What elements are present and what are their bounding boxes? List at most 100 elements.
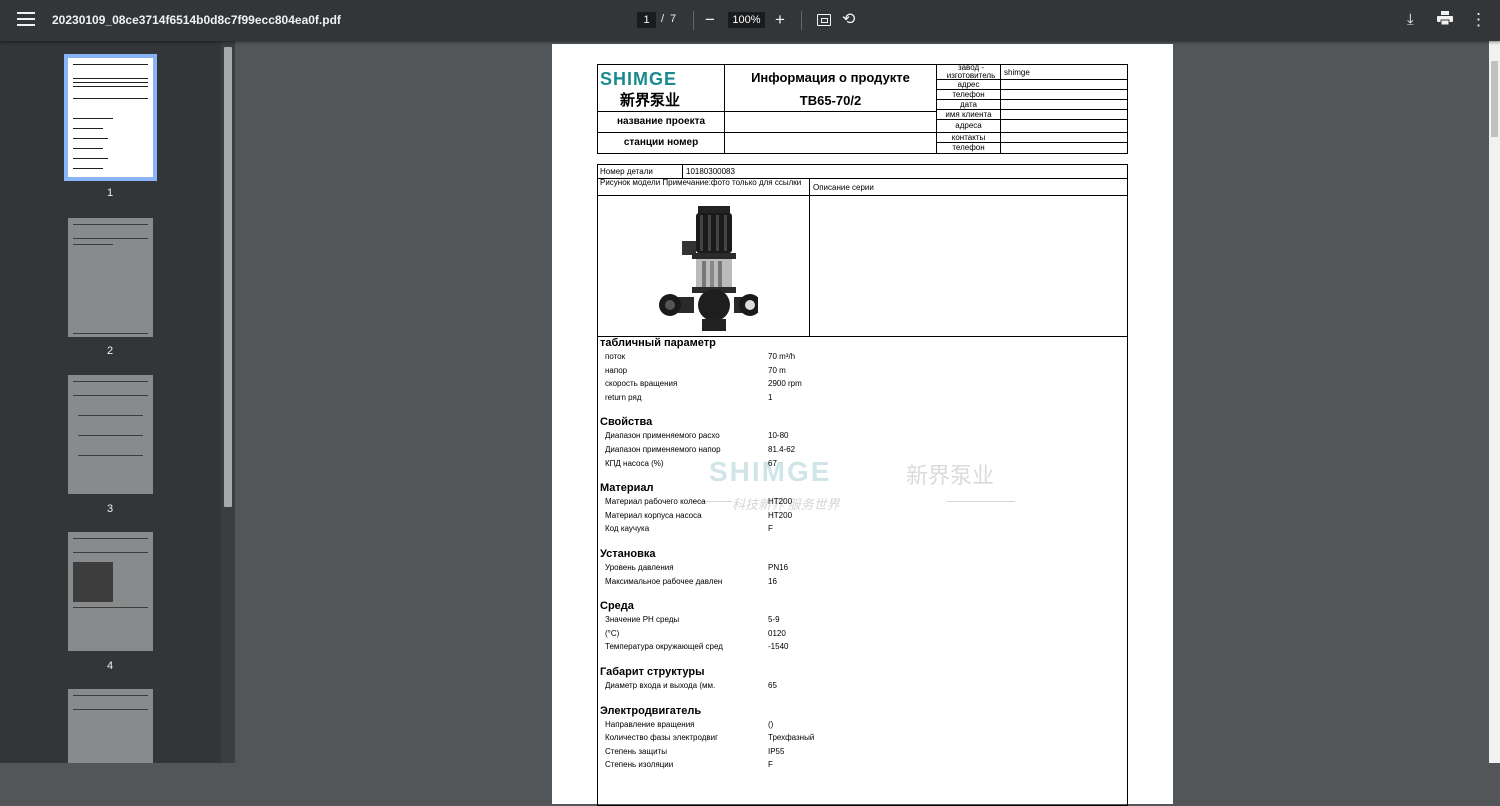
parameter-value: 2900 rpm bbox=[768, 379, 802, 389]
parameter-value: 1 bbox=[768, 392, 773, 402]
section-title: Среда bbox=[600, 600, 634, 613]
parameter-name: Направление вращения bbox=[605, 719, 695, 729]
parameter-value: 0120 bbox=[768, 628, 786, 638]
section-title: табличный параметр bbox=[600, 337, 716, 349]
picture-label: Рисунок модели Примечание:фото только дл… bbox=[600, 178, 802, 187]
station-value-cell bbox=[724, 132, 937, 154]
header-field-value-text: shimge bbox=[1004, 68, 1030, 77]
sidebar-scrollbar[interactable] bbox=[221, 41, 235, 763]
watermark-line bbox=[947, 501, 1015, 502]
download-icon[interactable]: ⤓ bbox=[1407, 11, 1414, 28]
print-icon[interactable] bbox=[1437, 11, 1453, 29]
pdf-toolbar: 20230109_08ce3714f6514b0d8c7f99ecc804ea0… bbox=[0, 0, 1500, 41]
part-number: 10180300083 bbox=[686, 167, 735, 176]
section-title: Установка bbox=[600, 548, 656, 560]
menu-icon[interactable] bbox=[17, 12, 35, 28]
page-separator: / bbox=[661, 13, 665, 25]
more-options-icon[interactable]: ⋮ bbox=[1470, 11, 1487, 28]
parameter-name: поток bbox=[605, 352, 626, 361]
logo-cn: 新界泵业 bbox=[620, 92, 681, 109]
header-field-label-text: контакты bbox=[951, 133, 986, 142]
picture-label-cell: Рисунок модели Примечание:фото только дл… bbox=[597, 178, 810, 196]
file-name: 20230109_08ce3714f6514b0d8c7f99ecc804ea0… bbox=[52, 13, 341, 27]
header-field-label-text: адрес bbox=[957, 80, 980, 89]
parameter-name: Значение PH среды bbox=[605, 615, 680, 625]
series-label-cell: Описание серии bbox=[809, 178, 1128, 196]
header-field-label-text: завод - изготовитель bbox=[946, 64, 996, 80]
logo-cell: SHIMGE 新界泵业 bbox=[597, 64, 725, 112]
parameter-name: напор bbox=[605, 365, 628, 375]
header-field-label: завод - изготовитель bbox=[936, 64, 1001, 80]
header-field-label: адреса bbox=[936, 119, 1001, 133]
parameter-name: (°C) bbox=[605, 628, 620, 638]
parameter-value: HT200 bbox=[768, 497, 793, 507]
parameter-value: 81.4-62 bbox=[768, 445, 796, 454]
parameter-value: PN16 bbox=[768, 563, 789, 572]
parameter-value: 70 m bbox=[768, 365, 786, 375]
header-field-value: shimge bbox=[1000, 64, 1128, 80]
parameter-name: Степень защиты bbox=[605, 746, 667, 756]
thumbnail-label: 3 bbox=[106, 503, 114, 515]
part-value-cell: 10180300083 bbox=[682, 164, 1128, 179]
pdf-page: SHIMGE 新界泵业 Информация о продукте TB65-7… bbox=[552, 44, 1173, 806]
logo: SHIMGE bbox=[600, 69, 678, 89]
parameter-name: return ряд bbox=[605, 392, 642, 402]
product-model: TB65-70/2 bbox=[799, 93, 862, 108]
parameter-name: Диапазон применяемого напор bbox=[605, 445, 721, 454]
header-field-value bbox=[1000, 142, 1128, 154]
pump-image-cell bbox=[597, 195, 810, 337]
parameter-value: () bbox=[768, 719, 774, 729]
thumbnail-page-3[interactable] bbox=[68, 375, 153, 494]
header-field-label-text: телефон bbox=[952, 143, 985, 152]
parameter-name: Температура окружающей сред bbox=[605, 642, 723, 652]
fit-page-icon[interactable] bbox=[817, 14, 831, 26]
parameter-name: скорость вращения bbox=[605, 379, 678, 389]
header-field-label-text: дата bbox=[960, 100, 977, 109]
series-label: Описание серии bbox=[813, 183, 874, 192]
thumbnail-page-5[interactable] bbox=[68, 689, 153, 763]
thumbnail-label: 4 bbox=[106, 660, 114, 672]
series-description-cell bbox=[809, 195, 1128, 337]
title-cell: Информация о продукте TB65-70/2 bbox=[724, 64, 937, 112]
parameter-value: HT200 bbox=[768, 510, 793, 520]
zoom-in-icon[interactable]: + bbox=[775, 11, 785, 28]
parameter-name: Количество фазы электродвиг bbox=[605, 733, 719, 743]
thumbnail-page-2[interactable] bbox=[68, 218, 153, 337]
parameter-value: IP55 bbox=[768, 746, 785, 756]
parameter-value: -1540 bbox=[768, 642, 789, 652]
parameter-name: Диаметр входа и выхода (мм. bbox=[605, 681, 716, 690]
page-number-input[interactable]: 1 bbox=[637, 12, 656, 28]
parameter-name: Код каучука bbox=[605, 524, 650, 534]
parameter-value: 70 m³/h bbox=[768, 352, 796, 361]
zoom-out-icon[interactable]: − bbox=[705, 11, 715, 28]
parameter-name: Уровень давления bbox=[605, 563, 674, 572]
rotate-icon[interactable]: ⟲ bbox=[842, 11, 855, 28]
watermark-cn: 新界泵业 bbox=[906, 463, 995, 488]
parameter-name: Материал рабочего колеса bbox=[605, 497, 706, 507]
header-field-label: телефон bbox=[936, 142, 1001, 154]
pump-image bbox=[659, 206, 758, 331]
section-title: Электродвигатель bbox=[600, 704, 702, 717]
toolbar-divider bbox=[693, 11, 694, 30]
parameter-name: Материал корпуса насоса bbox=[605, 510, 702, 520]
parameter-value: F bbox=[768, 760, 773, 770]
parameter-value: 10-80 bbox=[768, 431, 789, 441]
section-title: Габарит структуры bbox=[600, 666, 705, 678]
thumbnail-label: 2 bbox=[106, 345, 114, 357]
header-field-label-text: адреса bbox=[955, 121, 982, 130]
document-title: Информация о продукте bbox=[751, 70, 910, 85]
thumbnail-page-4[interactable] bbox=[68, 532, 153, 651]
thumbnail-sidebar: 1 2 3 4 bbox=[0, 41, 221, 763]
thumbnail-page-1[interactable] bbox=[64, 54, 157, 181]
parameter-value: 67 bbox=[768, 458, 777, 468]
document-scrollbar[interactable] bbox=[1489, 41, 1500, 763]
parameter-value: F bbox=[768, 524, 773, 534]
parameter-value: 16 bbox=[768, 576, 777, 586]
parameter-value: Трехфазный bbox=[768, 733, 815, 743]
part-label: Номер детали bbox=[600, 167, 653, 176]
project-label: название проекта bbox=[616, 116, 706, 127]
zoom-input[interactable]: 100% bbox=[728, 12, 765, 28]
total-pages: 7 bbox=[670, 13, 677, 25]
header-field-label-text: имя клиента bbox=[945, 110, 992, 119]
header-field-value bbox=[1000, 119, 1128, 133]
